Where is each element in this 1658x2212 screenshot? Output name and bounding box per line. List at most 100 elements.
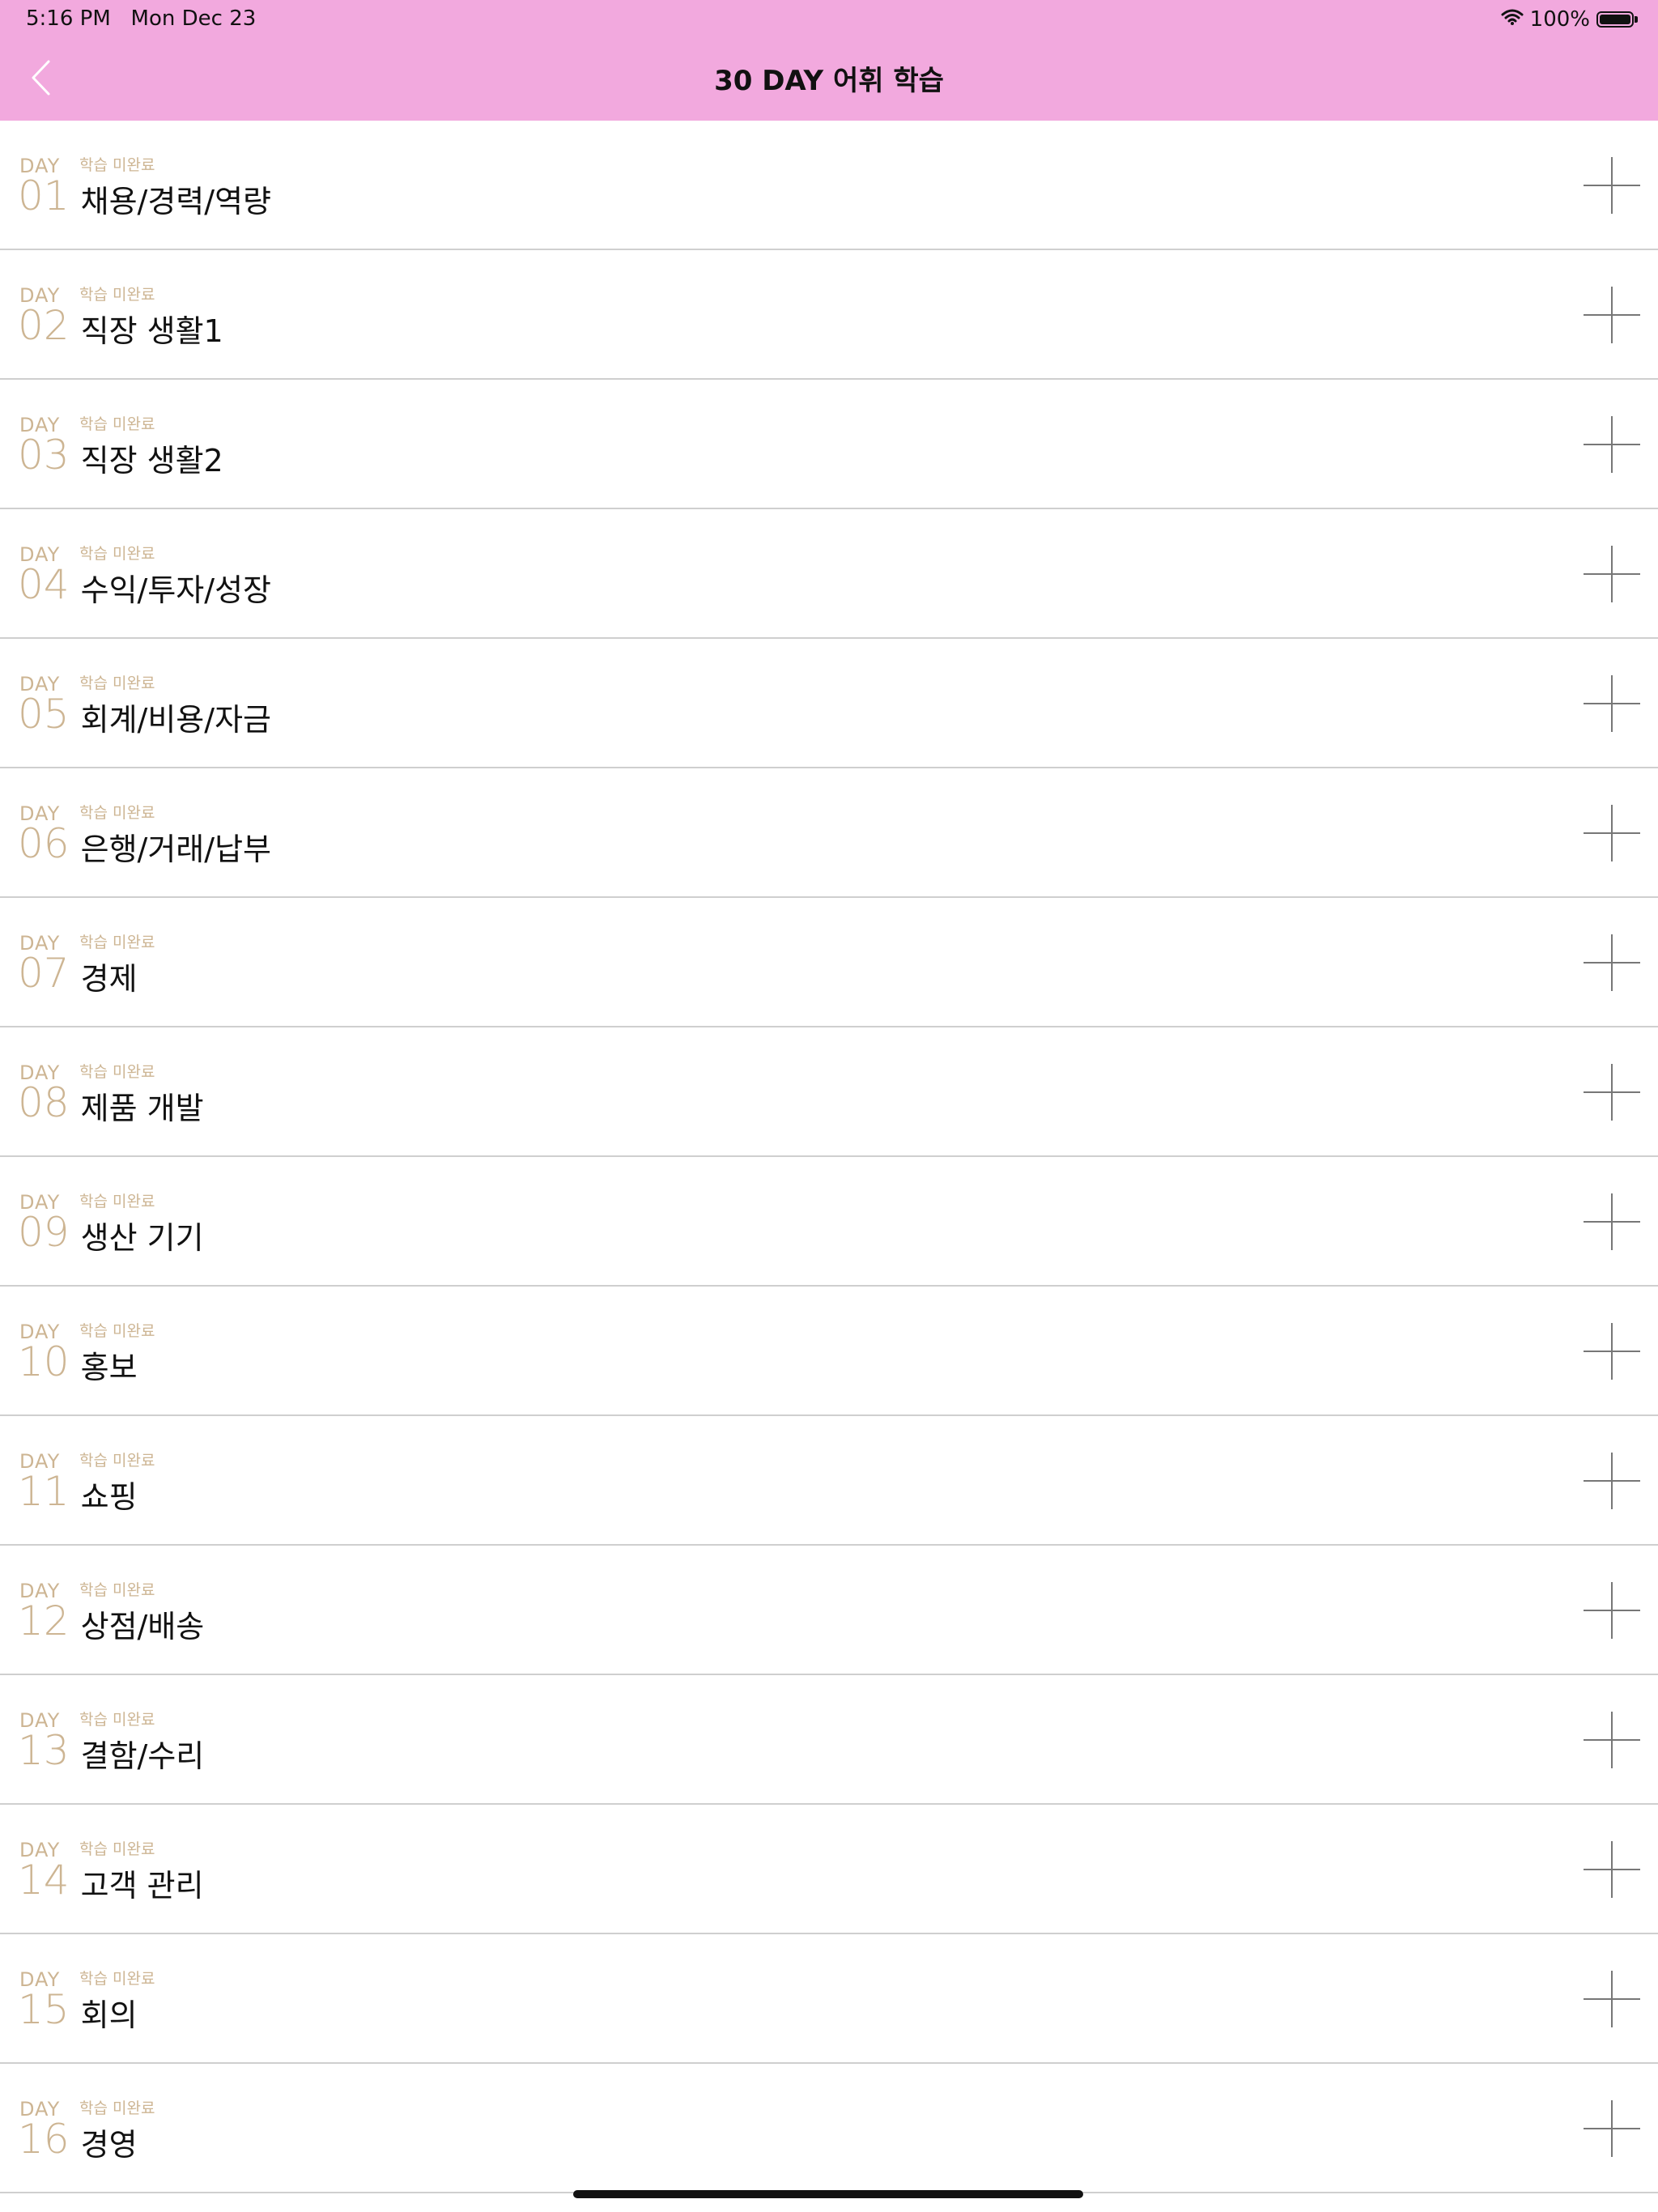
expand-button[interactable]: [1584, 1841, 1640, 1898]
day-number: 16: [18, 2116, 70, 2163]
plus-icon: [1584, 1971, 1640, 2031]
expand-button[interactable]: [1584, 287, 1640, 343]
expand-button[interactable]: [1584, 2100, 1640, 2157]
plus-icon: [1584, 805, 1640, 865]
day-title: 회의: [80, 1997, 138, 2033]
day-row-15[interactable]: DAY 학습 미완료 15 회의: [0, 1934, 1658, 2064]
study-status: 학습 미완료: [79, 934, 155, 951]
day-number: 15: [18, 1986, 70, 2033]
day-row-06[interactable]: DAY 학습 미완료 06 은행/거래/납부: [0, 768, 1658, 898]
day-row-09[interactable]: DAY 학습 미완료 09 생산 기기: [0, 1157, 1658, 1287]
day-row-08[interactable]: DAY 학습 미완료 08 제품 개발: [0, 1027, 1658, 1157]
day-row-02[interactable]: DAY 학습 미완료 02 직장 생활1: [0, 250, 1658, 380]
day-row-05[interactable]: DAY 학습 미완료 05 회계/비용/자금: [0, 639, 1658, 768]
study-status: 학습 미완료: [79, 1711, 155, 1729]
day-number: 03: [18, 432, 70, 479]
day-number: 01: [18, 172, 70, 219]
day-row-01[interactable]: DAY 학습 미완료 01 채용/경력/역량: [0, 121, 1658, 250]
day-title: 상점/배송: [80, 1609, 205, 1644]
day-number: 09: [18, 1209, 70, 1256]
expand-button[interactable]: [1584, 1712, 1640, 1768]
day-number: 13: [18, 1727, 70, 1774]
day-title: 생산 기기: [80, 1220, 204, 1256]
day-title: 고객 관리: [80, 1868, 204, 1904]
day-row-11[interactable]: DAY 학습 미완료 11 쇼핑: [0, 1416, 1658, 1546]
day-row-10[interactable]: DAY 학습 미완료 10 홍보: [0, 1287, 1658, 1416]
wifi-icon: [1501, 7, 1524, 32]
day-number: 02: [18, 302, 70, 349]
day-row-03[interactable]: DAY 학습 미완료 03 직장 생활2: [0, 380, 1658, 509]
day-title: 채용/경력/역량: [80, 184, 271, 219]
plus-icon: [1584, 1841, 1640, 1901]
day-title: 쇼핑: [80, 1479, 138, 1515]
day-title: 은행/거래/납부: [80, 832, 271, 867]
home-indicator[interactable]: [573, 2190, 1083, 2198]
navigation-header: 5:16 PM Mon Dec 23 100% 30 DAY 어휘 학습: [0, 0, 1658, 121]
day-row-04[interactable]: DAY 학습 미완료 04 수익/투자/성장: [0, 509, 1658, 639]
study-status: 학습 미완료: [79, 1322, 155, 1340]
day-row-12[interactable]: DAY 학습 미완료 12 상점/배송: [0, 1546, 1658, 1675]
day-number: 05: [18, 691, 70, 738]
expand-button[interactable]: [1584, 416, 1640, 473]
day-title: 경영: [80, 2127, 138, 2163]
plus-icon: [1584, 934, 1640, 994]
study-status: 학습 미완료: [79, 1063, 155, 1081]
study-status: 학습 미완료: [79, 156, 155, 174]
expand-button[interactable]: [1584, 1323, 1640, 1380]
study-status: 학습 미완료: [79, 286, 155, 304]
plus-icon: [1584, 1193, 1640, 1253]
plus-icon: [1584, 157, 1640, 217]
day-title: 제품 개발: [80, 1091, 204, 1126]
study-status: 학습 미완료: [79, 804, 155, 822]
expand-button[interactable]: [1584, 546, 1640, 602]
plus-icon: [1584, 2100, 1640, 2160]
study-status: 학습 미완료: [79, 1452, 155, 1470]
battery-percent: 100%: [1529, 7, 1590, 32]
battery-icon: [1596, 11, 1638, 28]
day-title: 홍보: [80, 1350, 138, 1385]
day-row-14[interactable]: DAY 학습 미완료 14 고객 관리: [0, 1805, 1658, 1934]
day-number: 11: [18, 1468, 70, 1515]
expand-button[interactable]: [1584, 1064, 1640, 1121]
expand-button[interactable]: [1584, 675, 1640, 732]
plus-icon: [1584, 1582, 1640, 1642]
expand-button[interactable]: [1584, 934, 1640, 991]
day-number: 04: [18, 561, 70, 608]
day-title: 결함/수리: [80, 1738, 205, 1774]
page-title: 30 DAY 어휘 학습: [714, 65, 944, 97]
day-row-07[interactable]: DAY 학습 미완료 07 경제: [0, 898, 1658, 1027]
day-number: 14: [18, 1857, 70, 1904]
expand-button[interactable]: [1584, 1453, 1640, 1509]
expand-button[interactable]: [1584, 1582, 1640, 1639]
expand-button[interactable]: [1584, 805, 1640, 861]
study-status: 학습 미완료: [79, 1193, 155, 1210]
expand-button[interactable]: [1584, 1193, 1640, 1250]
plus-icon: [1584, 287, 1640, 347]
status-time: 5:16 PM Mon Dec 23: [26, 6, 257, 31]
day-row-13[interactable]: DAY 학습 미완료 13 결함/수리: [0, 1675, 1658, 1805]
day-number: 07: [18, 950, 70, 997]
day-title: 경제: [80, 961, 138, 997]
day-title: 직장 생활1: [80, 313, 223, 349]
expand-button[interactable]: [1584, 1971, 1640, 2027]
plus-icon: [1584, 1064, 1640, 1124]
study-status: 학습 미완료: [79, 1581, 155, 1599]
plus-icon: [1584, 546, 1640, 606]
status-indicators: 100%: [1501, 6, 1638, 32]
day-number: 06: [18, 820, 70, 867]
day-title: 수익/투자/성장: [80, 572, 271, 608]
plus-icon: [1584, 1712, 1640, 1772]
study-status: 학습 미완료: [79, 1970, 155, 1988]
expand-button[interactable]: [1584, 157, 1640, 214]
day-title: 직장 생활2: [80, 443, 223, 479]
day-number: 10: [18, 1338, 70, 1385]
study-status: 학습 미완료: [79, 415, 155, 433]
day-title: 회계/비용/자금: [80, 702, 271, 738]
plus-icon: [1584, 1453, 1640, 1512]
plus-icon: [1584, 675, 1640, 735]
day-row-16[interactable]: DAY 학습 미완료 16 경영: [0, 2064, 1658, 2193]
study-status: 학습 미완료: [79, 674, 155, 692]
study-status: 학습 미완료: [79, 2099, 155, 2117]
study-status: 학습 미완료: [79, 545, 155, 563]
day-number: 12: [18, 1597, 70, 1644]
